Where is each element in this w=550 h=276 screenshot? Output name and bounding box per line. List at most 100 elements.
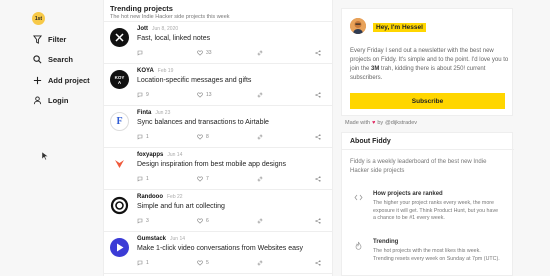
like-button[interactable]: 13	[197, 92, 257, 98]
link-button[interactable]	[257, 134, 315, 140]
newsletter-text: Every Friday I send out a newsletter wit…	[350, 47, 510, 83]
share-button[interactable]	[315, 50, 321, 56]
feed-title: Trending projects	[110, 4, 173, 13]
project-date: Jun 14	[167, 152, 183, 158]
like-button[interactable]: 33	[197, 50, 257, 56]
comment-button[interactable]: 1	[137, 176, 197, 182]
project-actions: 1 7	[137, 176, 325, 182]
code-icon	[354, 194, 363, 201]
project-item[interactable]: Randooo Feb 22 Simple and fun art collect…	[104, 190, 333, 232]
sidebar-item-filter[interactable]: Filter	[33, 35, 66, 44]
comment-icon	[137, 176, 143, 182]
project-actions: 1 5	[137, 260, 325, 266]
comment-button[interactable]: 1	[137, 134, 197, 140]
project-description[interactable]: Location-specific messages and gifts	[137, 77, 251, 84]
link-button[interactable]	[257, 50, 315, 56]
like-button[interactable]: 5	[197, 260, 257, 266]
project-thumbnail	[110, 196, 129, 215]
logo[interactable]: 1st	[32, 12, 45, 25]
avatar	[350, 18, 366, 34]
link-button[interactable]	[257, 218, 315, 224]
app: 1st Filter Search Add project Login Tren…	[0, 0, 550, 276]
like-button[interactable]: 7	[197, 176, 257, 182]
feature-title: Trending	[373, 239, 399, 245]
share-button[interactable]	[315, 218, 321, 224]
search-icon	[33, 55, 42, 64]
sidebar-item-login[interactable]: Login	[33, 96, 68, 105]
share-button[interactable]	[315, 176, 321, 182]
project-item[interactable]: foxyapps Jun 14 Design inspiration from b…	[104, 148, 333, 190]
comment-icon	[137, 260, 143, 266]
link-button[interactable]	[257, 176, 315, 182]
heart-icon	[197, 134, 203, 140]
heart-icon	[197, 92, 203, 98]
comment-count: 1	[146, 260, 149, 266]
heart-icon	[197, 176, 203, 182]
project-item[interactable]: Gumstack Jun 14 Make 1-click video conver…	[104, 232, 333, 274]
project-thumbnail	[110, 154, 129, 173]
project-description[interactable]: Design inspiration from best mobile app …	[137, 161, 286, 168]
share-icon	[315, 92, 321, 98]
author-link[interactable]: @dijkstradev	[385, 120, 417, 126]
project-name[interactable]: KOYA	[137, 68, 154, 74]
like-count: 33	[206, 50, 212, 56]
project-description[interactable]: Fast, local, linked notes	[137, 35, 210, 42]
sidebar-item-label: Add project	[48, 76, 90, 85]
heart-icon	[197, 218, 203, 224]
project-date: Feb 22	[167, 194, 183, 200]
project-date: Jun 8, 2020	[152, 26, 179, 32]
subscribe-button[interactable]: Subscribe	[350, 93, 505, 109]
comment-count: 9	[146, 92, 149, 98]
project-description[interactable]: Make 1-click video conversations from We…	[137, 245, 303, 252]
thumbnail-text: F	[116, 116, 123, 127]
project-actions: 33	[137, 50, 325, 56]
project-actions: 3 6	[137, 218, 325, 224]
project-name[interactable]: Randooo	[137, 194, 163, 200]
share-button[interactable]	[315, 260, 321, 266]
share-icon	[315, 260, 321, 266]
link-button[interactable]	[257, 260, 315, 266]
project-item[interactable]: KOYA KOYA Feb 19 Location-specific messag…	[104, 64, 333, 106]
comment-button[interactable]	[137, 50, 197, 56]
link-icon	[257, 50, 263, 56]
made-by-by: by	[377, 120, 384, 126]
about-title: About Fiddy	[350, 138, 391, 145]
feed-subtitle: The hot new Indie Hacker side projects t…	[110, 14, 230, 20]
project-description[interactable]: Sync balances and transactions to Airtab…	[137, 119, 269, 126]
project-thumbnail: KOYA	[110, 70, 129, 89]
share-button[interactable]	[315, 134, 321, 140]
like-button[interactable]: 8	[197, 134, 257, 140]
project-name[interactable]: Finta	[137, 110, 151, 116]
share-icon	[315, 176, 321, 182]
comment-count: 1	[146, 134, 149, 140]
project-name[interactable]: foxyapps	[137, 152, 163, 158]
project-item[interactable]: Jott Jun 8, 2020 Fast, local, linked note…	[104, 22, 333, 64]
greeting-badge: Hey, I'm Hessel	[373, 23, 426, 32]
sidebar-item-label: Login	[48, 96, 69, 105]
comment-icon	[137, 50, 143, 56]
project-date: Feb 19	[157, 68, 174, 74]
share-button[interactable]	[315, 92, 321, 98]
plus-icon	[33, 76, 42, 85]
filter-icon	[33, 35, 42, 44]
comment-icon	[137, 92, 143, 98]
sidebar-item-search[interactable]: Search	[33, 55, 73, 64]
comment-count: 1	[146, 176, 149, 182]
comment-button[interactable]: 9	[137, 92, 197, 98]
comment-count: 3	[146, 218, 149, 224]
sidebar-item-label: Filter	[48, 35, 67, 44]
comment-button[interactable]: 1	[137, 260, 197, 266]
like-button[interactable]: 6	[197, 218, 257, 224]
project-item[interactable]: F Finta Jun 23 Sync balances and transact…	[104, 106, 333, 148]
comment-button[interactable]: 3	[137, 218, 197, 224]
heart-icon: ♥	[372, 120, 376, 126]
link-button[interactable]	[257, 92, 315, 98]
share-icon	[315, 134, 321, 140]
heart-icon	[197, 260, 203, 266]
made-by-credit: Made with ♥ by @dijkstradev	[345, 120, 417, 126]
project-name[interactable]: Gumstack	[137, 236, 166, 242]
project-name[interactable]: Jott	[137, 26, 148, 32]
divider	[342, 149, 514, 150]
sidebar-item-add-project[interactable]: Add project	[33, 76, 90, 85]
project-description[interactable]: Simple and fun art collecting	[137, 203, 225, 210]
